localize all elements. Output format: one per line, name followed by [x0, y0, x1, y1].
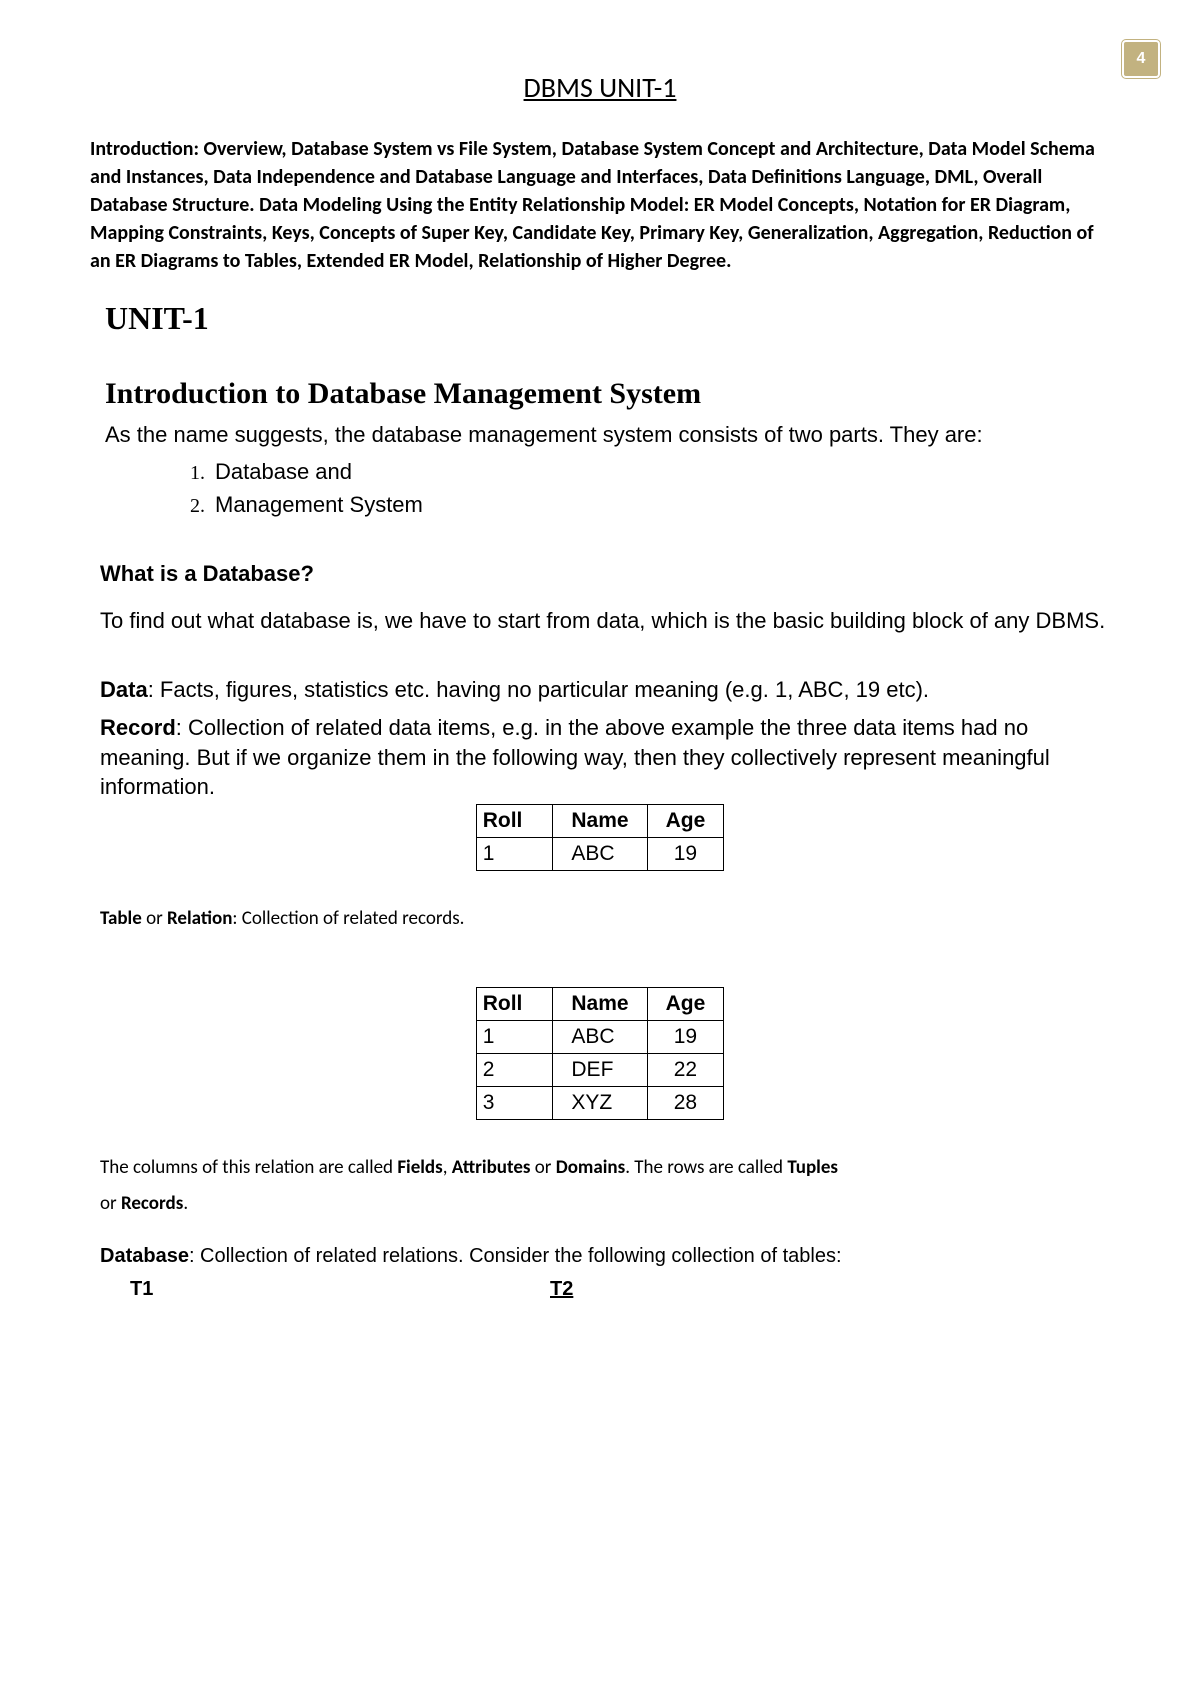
- table-cell: 28: [647, 1087, 724, 1120]
- list-text: Database and: [215, 459, 352, 484]
- period: .: [183, 1192, 188, 1215]
- intro-sentence: As the name suggests, the database manag…: [105, 421, 1110, 450]
- table-header: Age: [647, 988, 724, 1021]
- table-header: Roll: [476, 988, 553, 1021]
- fields-label: Fields: [397, 1156, 442, 1179]
- database-def-text: : Collection of related relations. Consi…: [189, 1245, 842, 1267]
- domains-label: Domains: [556, 1156, 625, 1179]
- relation-example-table: Roll Name Age 1 ABC 19 2 DEF 22 3 XYZ 28: [476, 987, 725, 1120]
- table-cell: 1: [476, 837, 553, 870]
- table-cell: 19: [647, 1021, 724, 1054]
- record-label: Record: [100, 715, 176, 740]
- or-text: or: [142, 907, 167, 930]
- list-item: 1. Database and: [190, 455, 1110, 488]
- table-header-row: Roll Name Age: [476, 804, 724, 837]
- sep: ,: [443, 1156, 452, 1179]
- table-cell: XYZ: [553, 1087, 647, 1120]
- t2-label: T2: [550, 1278, 573, 1301]
- document-title: DBMS UNIT-1: [90, 70, 1110, 105]
- table-def-text: : Collection of related records.: [232, 907, 464, 930]
- columns-rows-explanation: The columns of this relation are called …: [100, 1150, 1110, 1222]
- table-header: Age: [647, 804, 724, 837]
- list-number: 2.: [190, 495, 205, 517]
- or-text: or: [100, 1192, 121, 1215]
- data-def-text: : Facts, figures, statistics etc. having…: [148, 677, 929, 702]
- syllabus-intro: Introduction: Overview, Database System …: [90, 135, 1110, 275]
- page-number-badge: 4: [1122, 40, 1160, 78]
- table-row: 3 XYZ 28: [476, 1087, 724, 1120]
- table-header: Roll: [476, 804, 553, 837]
- table-labels-row: T1 T2: [130, 1278, 1110, 1301]
- parts-list: 1. Database and 2. Management System: [190, 455, 1110, 521]
- table-cell: 2: [476, 1054, 553, 1087]
- record-definition: Record: Collection of related data items…: [100, 713, 1110, 802]
- section-heading: Introduction to Database Management Syst…: [105, 377, 1110, 411]
- table-header: Name: [553, 804, 647, 837]
- sub-heading: What is a Database?: [100, 561, 1110, 587]
- table-header-row: Roll Name Age: [476, 988, 724, 1021]
- table-label: Table: [100, 907, 142, 930]
- database-label: Database: [100, 1245, 189, 1267]
- sep: or: [530, 1156, 555, 1179]
- attributes-label: Attributes: [452, 1156, 531, 1179]
- t1-label: T1: [130, 1278, 550, 1301]
- table-header: Name: [553, 988, 647, 1021]
- list-number: 1.: [190, 462, 205, 484]
- tuples-label: Tuples: [787, 1156, 838, 1179]
- table-cell: ABC: [553, 837, 647, 870]
- table-cell: 3: [476, 1087, 553, 1120]
- data-definition: Data: Facts, figures, statistics etc. ha…: [100, 675, 1110, 705]
- table-relation-definition: Table or Relation: Collection of related…: [100, 901, 1110, 937]
- table-row: 1 ABC 19: [476, 837, 724, 870]
- data-label: Data: [100, 677, 148, 702]
- rows-text: . The rows are called: [625, 1156, 787, 1179]
- list-item: 2. Management System: [190, 488, 1110, 521]
- unit-heading: UNIT-1: [105, 300, 1110, 337]
- table-cell: 1: [476, 1021, 553, 1054]
- relation-label: Relation: [167, 907, 232, 930]
- paragraph: To find out what database is, we have to…: [100, 607, 1110, 636]
- table-row: 2 DEF 22: [476, 1054, 724, 1087]
- table-cell: 22: [647, 1054, 724, 1087]
- table-cell: 19: [647, 837, 724, 870]
- table-cell: DEF: [553, 1054, 647, 1087]
- record-def-text: : Collection of related data items, e.g.…: [100, 715, 1050, 799]
- list-text: Management System: [215, 492, 423, 517]
- record-example-table: Roll Name Age 1 ABC 19: [476, 804, 725, 871]
- columns-text: The columns of this relation are called: [100, 1156, 397, 1179]
- table-row: 1 ABC 19: [476, 1021, 724, 1054]
- records-label: Records: [121, 1192, 183, 1215]
- database-definition: Database: Collection of related relation…: [100, 1242, 1110, 1270]
- table-cell: ABC: [553, 1021, 647, 1054]
